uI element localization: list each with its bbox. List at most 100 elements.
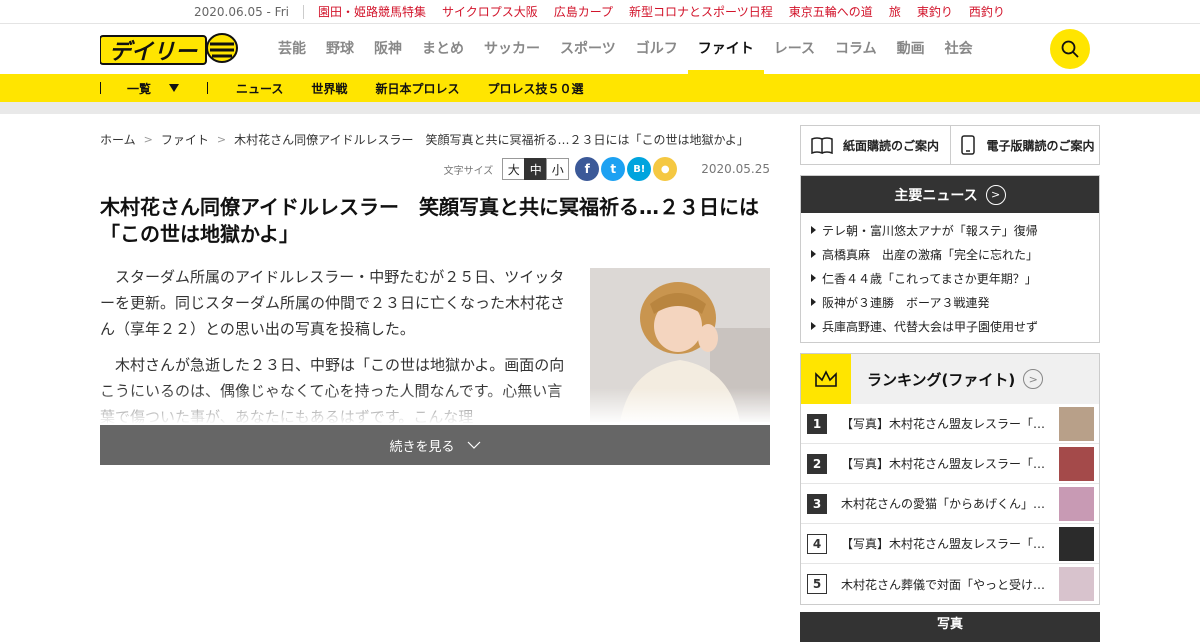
ranking-item-title: 【写真】木村花さん盟友レスラー「最後に… <box>841 417 1051 431</box>
subnav-world-title[interactable]: 世界戦 <box>311 80 347 97</box>
top-link-cyclops[interactable]: サイクロプス大阪 <box>442 3 538 20</box>
breadcrumb-home[interactable]: ホーム <box>100 131 136 148</box>
ranking-item[interactable]: 4 【写真】木村花さん盟友レスラー「最後に… <box>801 524 1099 564</box>
main-news-item[interactable]: テレ朝・富川悠太アナが「報ステ」復帰 <box>801 218 1099 242</box>
article-tools: 文字サイズ 大 中 小 f t B! ● 2020.05.25 <box>443 157 770 181</box>
text-fade-overlay <box>100 388 770 424</box>
ranking-item-title: 【写真】木村花さん盟友レスラー「最後に… <box>841 457 1051 471</box>
smartphone-icon <box>960 135 975 155</box>
nav-column[interactable]: コラム <box>825 24 887 74</box>
search-button[interactable] <box>1050 29 1090 69</box>
main-news-box: 主要ニュース > テレ朝・富川悠太アナが「報ステ」復帰 高橋真麻 出産の激痛「完… <box>800 175 1100 343</box>
current-date: 2020.06.05 - Fri <box>194 4 304 19</box>
daily-logo[interactable]: デイリー <box>99 32 240 66</box>
font-size-small-button[interactable]: 小 <box>546 158 570 180</box>
top-link-west-fishing[interactable]: 西釣り <box>969 3 1005 20</box>
sidebar: 紙面購読のご案内 電子版購読のご案内 主要ニュース > テレ朝・富川悠太アナが「… <box>800 125 1100 605</box>
nav-geino[interactable]: 芸能 <box>268 24 316 74</box>
ranking-thumbnail <box>1059 526 1094 561</box>
ranking-thumbnail <box>1059 406 1094 441</box>
subnav-njpw[interactable]: 新日本プロレス <box>375 80 459 97</box>
font-size-label: 文字サイズ <box>443 165 494 177</box>
triangle-right-icon <box>811 226 816 234</box>
ranking-item-title: 【写真】木村花さん盟友レスラー「最後に… <box>841 537 1051 551</box>
main-news-item[interactable]: 阪神が３連勝 ボーア３戦連発 <box>801 290 1099 314</box>
hatena-bookmark-button[interactable]: B! <box>627 157 652 181</box>
read-more-button[interactable]: 続きを見る <box>100 425 770 465</box>
ranking-thumbnail <box>1059 446 1094 481</box>
breadcrumb-fight[interactable]: ファイト <box>161 131 209 148</box>
main-news-item[interactable]: 高橋真麻 出産の激痛「完全に忘れた」 <box>801 242 1099 266</box>
font-size-large-button[interactable]: 大 <box>502 158 526 180</box>
photos-section-header[interactable]: 写真 <box>800 612 1100 642</box>
rank-number: 5 <box>807 574 827 594</box>
top-link-carp[interactable]: 広島カープ <box>554 3 613 20</box>
twitter-share-button[interactable]: t <box>601 157 626 181</box>
nav-fight[interactable]: ファイト <box>687 24 764 74</box>
main-news-item[interactable]: 兵庫高野連、代替大会は甲子園使用せず <box>801 314 1099 338</box>
triangle-right-icon <box>811 298 816 306</box>
facebook-icon: f <box>584 162 590 176</box>
main-news-item[interactable]: 仁香４４歳「これってまさか更年期？」 <box>801 266 1099 290</box>
line-share-button[interactable]: ● <box>653 157 678 181</box>
main-news-item-label: 阪神が３連勝 ボーア３戦連発 <box>822 295 990 310</box>
ranking-item[interactable]: 3 木村花さんの愛猫「からあげくん」新しい… <box>801 484 1099 524</box>
main-news-item-label: テレ朝・富川悠太アナが「報ステ」復帰 <box>822 223 1038 238</box>
top-link-corona-schedule[interactable]: 新型コロナとスポーツ日程 <box>629 3 773 20</box>
rank-number: 2 <box>807 453 827 474</box>
nav-video[interactable]: 動画 <box>887 24 935 74</box>
rank-number: 3 <box>807 493 827 514</box>
subnav-pro-wrestling-moves[interactable]: プロレス技５０選 <box>487 80 583 97</box>
font-size-medium-button[interactable]: 中 <box>524 158 548 180</box>
subnav-divider <box>207 82 209 94</box>
nav-hanshin[interactable]: 阪神 <box>364 24 412 74</box>
breadcrumb-current: 木村花さん同僚アイドルレスラー 笑顔写真と共に冥福祈る…２３日には「この世は地獄… <box>234 132 749 147</box>
ranking-thumbnail <box>1059 567 1094 601</box>
digital-subscription-button[interactable]: 電子版購読のご案内 <box>949 126 1100 164</box>
ranking-thumbnail <box>1059 486 1094 521</box>
ranking-header[interactable]: ランキング(ファイト) > <box>801 354 1099 404</box>
main-news-item-label: 兵庫高野連、代替大会は甲子園使用せず <box>822 319 1039 334</box>
ranking-item[interactable]: 2 【写真】木村花さん盟友レスラー「最後に… <box>801 444 1099 484</box>
nav-sports[interactable]: スポーツ <box>550 24 626 74</box>
top-link-east-fishing[interactable]: 東釣り <box>917 3 953 20</box>
rank-number: 1 <box>807 413 827 434</box>
top-link-olympics[interactable]: 東京五輪への道 <box>789 3 873 20</box>
facebook-share-button[interactable]: f <box>575 157 600 181</box>
nav-baseball[interactable]: 野球 <box>316 24 364 74</box>
ranking-item[interactable]: 1 【写真】木村花さん盟友レスラー「最後に… <box>801 404 1099 444</box>
book-icon <box>811 137 833 154</box>
site-header: デイリー 芸能 野球 阪神 まとめ サッカー スポーツ ゴルフ ファイト レース… <box>0 24 1200 74</box>
paper-subscription-label: 紙面購読のご案内 <box>843 138 940 153</box>
hatena-bookmark-icon: B! <box>633 163 646 175</box>
twitter-icon: t <box>610 162 617 176</box>
nav-soccer[interactable]: サッカー <box>474 24 550 74</box>
top-strip: 2020.06.05 - Fri 園田・姫路競馬特集 サイクロプス大阪 広島カー… <box>0 0 1200 24</box>
header-divider-strip <box>0 102 1200 114</box>
ranking-item[interactable]: 5 木村花さん葬儀で対面「やっと受け入れ… <box>801 564 1099 604</box>
category-subnav: 一覧 ニュース 世界戦 新日本プロレス プロレス技５０選 <box>0 74 1200 102</box>
main-news-header[interactable]: 主要ニュース > <box>801 176 1099 213</box>
digital-subscription-label: 電子版購読のご案内 <box>986 138 1095 153</box>
nav-golf[interactable]: ゴルフ <box>626 24 688 74</box>
ranking-item-title: 木村花さん葬儀で対面「やっと受け入れ… <box>841 577 1051 592</box>
triangle-right-icon <box>811 274 816 282</box>
triangle-right-icon <box>811 322 816 330</box>
logo-wordmark: デイリー <box>109 39 198 65</box>
ranking-title: ランキング(ファイト) <box>867 370 1016 389</box>
chevron-right-icon: > <box>143 132 153 146</box>
rank-number: 4 <box>807 533 827 554</box>
top-link-keiba[interactable]: 園田・姫路競馬特集 <box>318 3 426 20</box>
nav-matome[interactable]: まとめ <box>412 24 474 74</box>
article-column: ホーム > ファイト > 木村花さん同僚アイドルレスラー 笑顔写真と共に冥福祈る… <box>100 128 770 465</box>
paper-subscription-button[interactable]: 紙面購読のご案内 <box>801 126 950 164</box>
article-paragraph: スターダム所属のアイドルレスラー・中野たむが２５日、ツイッターを更新。同じスター… <box>100 268 566 338</box>
ranking-box: ランキング(ファイト) > 1 【写真】木村花さん盟友レスラー「最後に… 2 【… <box>800 353 1100 605</box>
subnav-list-dropdown[interactable]: 一覧 <box>127 80 180 97</box>
nav-race[interactable]: レース <box>764 24 825 74</box>
subnav-divider <box>100 82 101 94</box>
top-link-travel[interactable]: 旅 <box>889 3 901 20</box>
subnav-news[interactable]: ニュース <box>236 80 283 97</box>
nav-society[interactable]: 社会 <box>935 24 983 74</box>
chevron-down-icon <box>467 441 480 449</box>
